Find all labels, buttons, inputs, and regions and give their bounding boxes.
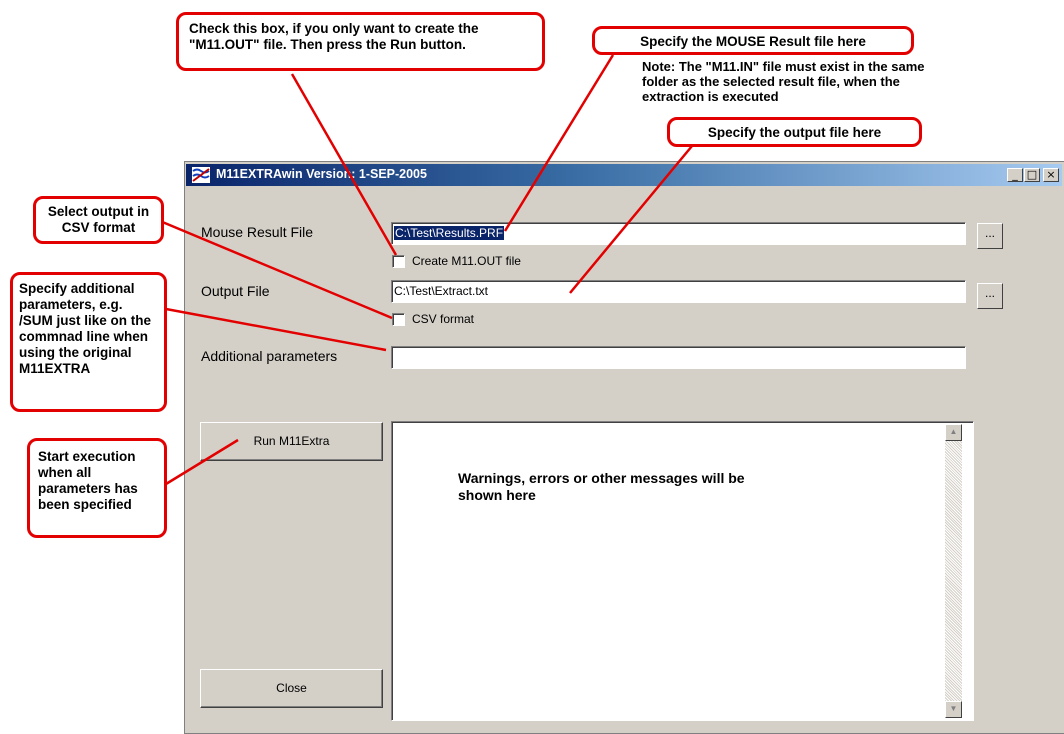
callout-create-m11: Check this box, if you only want to crea…	[176, 12, 545, 71]
callout-additional: Specify additional parameters, e.g. /SUM…	[10, 272, 167, 412]
callout-csv: Select output in CSV format	[33, 196, 164, 244]
callout-start: Start execution when all parameters has …	[27, 438, 167, 538]
note-m11-in: Note: The "M11.IN" file must exist in th…	[642, 59, 925, 104]
callout-output: Specify the output file here	[667, 117, 922, 147]
callout-mouse-result: Specify the MOUSE Result file here	[592, 26, 914, 55]
